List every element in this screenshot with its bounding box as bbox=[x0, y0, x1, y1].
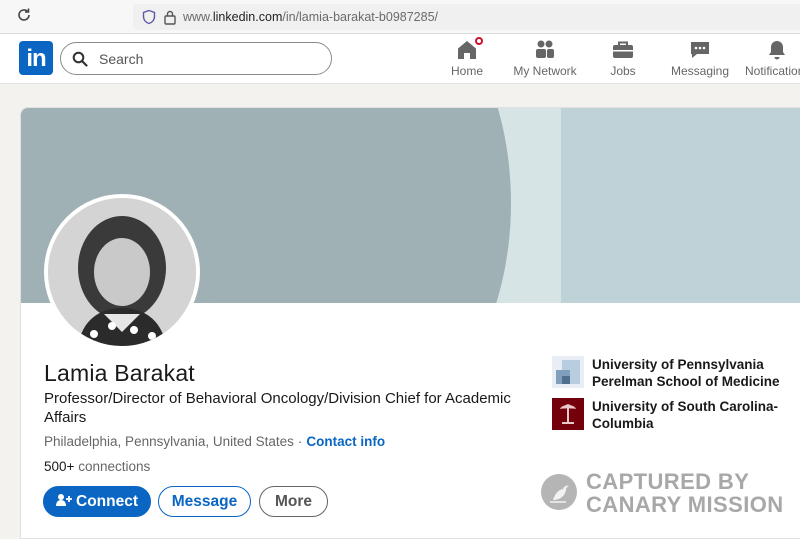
usc-logo bbox=[552, 398, 584, 430]
profile-location: Philadelphia, Pennsylvania, United State… bbox=[44, 434, 294, 449]
nav-my-network-label: My Network bbox=[513, 64, 577, 78]
connect-button[interactable]: Connect bbox=[43, 486, 151, 517]
nav-home[interactable]: Home bbox=[447, 35, 487, 82]
more-button[interactable]: More bbox=[259, 486, 328, 517]
linkedin-logo[interactable]: in bbox=[19, 41, 53, 75]
org-name: University of South Carolina-Columbia bbox=[592, 399, 779, 431]
org-penn-medicine[interactable]: University of Pennsylvania Perelman Scho… bbox=[552, 356, 800, 390]
nav-my-network[interactable]: My Network bbox=[511, 38, 579, 82]
search-icon bbox=[72, 51, 88, 67]
address-bar[interactable]: www.linkedin.com/in/lamia-barakat-b09872… bbox=[133, 4, 800, 30]
profile-photo[interactable] bbox=[44, 194, 200, 350]
org-south-carolina[interactable]: University of South Carolina-Columbia bbox=[552, 398, 800, 432]
url-text[interactable]: www.linkedin.com/in/lamia-barakat-b09872… bbox=[183, 10, 438, 24]
canary-mission-watermark: CAPTURED BY CANARY MISSION bbox=[541, 470, 800, 518]
home-icon bbox=[455, 35, 485, 62]
penn-medicine-logo bbox=[552, 356, 584, 388]
banner-right-panel bbox=[557, 108, 800, 303]
briefcase-icon bbox=[611, 38, 635, 62]
add-person-icon bbox=[56, 494, 72, 506]
watermark-line1: CAPTURED BY bbox=[586, 469, 750, 494]
watermark-line2: CANARY MISSION bbox=[586, 492, 784, 517]
url-prefix: www. bbox=[183, 10, 213, 24]
nav-messaging[interactable]: Messaging bbox=[671, 38, 729, 82]
nav-jobs-label: Jobs bbox=[610, 64, 636, 78]
search-box[interactable] bbox=[60, 42, 332, 75]
nav-messaging-label: Messaging bbox=[671, 64, 730, 78]
browser-toolbar: www.linkedin.com/in/lamia-barakat-b09872… bbox=[0, 0, 800, 34]
bell-icon bbox=[765, 38, 789, 62]
connections-count[interactable]: 500+ connections bbox=[44, 459, 150, 474]
reload-icon[interactable] bbox=[14, 7, 34, 27]
notification-badge bbox=[473, 35, 485, 47]
org-name: University of Pennsylvania Perelman Scho… bbox=[592, 357, 780, 389]
banner-curve bbox=[201, 108, 511, 303]
bird-logo-icon bbox=[541, 474, 577, 510]
watermark-text: CAPTURED BY CANARY MISSION bbox=[586, 470, 784, 516]
nav-jobs[interactable]: Jobs bbox=[606, 38, 640, 82]
linkedin-navbar: in Home My Network Jobs Messaging Notifi bbox=[0, 34, 800, 84]
url-domain: linkedin.com bbox=[212, 10, 283, 24]
shield-icon[interactable] bbox=[141, 9, 157, 25]
search-input[interactable] bbox=[99, 49, 319, 69]
lock-icon bbox=[164, 10, 176, 25]
nav-notifications[interactable]: Notifications bbox=[745, 38, 800, 82]
profile-location-row: Philadelphia, Pennsylvania, United State… bbox=[44, 434, 385, 449]
nav-notifications-label: Notifications bbox=[745, 64, 800, 78]
network-icon bbox=[533, 38, 557, 62]
separator-dot: · bbox=[297, 434, 303, 449]
url-path: /in/lamia-barakat-b0987285/ bbox=[282, 10, 439, 24]
connect-label: Connect bbox=[76, 493, 138, 510]
nav-home-label: Home bbox=[450, 64, 483, 78]
message-button[interactable]: Message bbox=[158, 486, 251, 517]
profile-headline: Professor/Director of Behavioral Oncolog… bbox=[44, 390, 511, 426]
profile-card: Lamia Barakat Professor/Director of Beha… bbox=[20, 107, 800, 539]
connections-number: 500+ bbox=[44, 459, 75, 474]
connections-label: connections bbox=[78, 459, 151, 474]
contact-info-link[interactable]: Contact info bbox=[306, 434, 385, 449]
profile-name: Lamia Barakat bbox=[44, 360, 195, 386]
messaging-icon bbox=[688, 38, 712, 62]
